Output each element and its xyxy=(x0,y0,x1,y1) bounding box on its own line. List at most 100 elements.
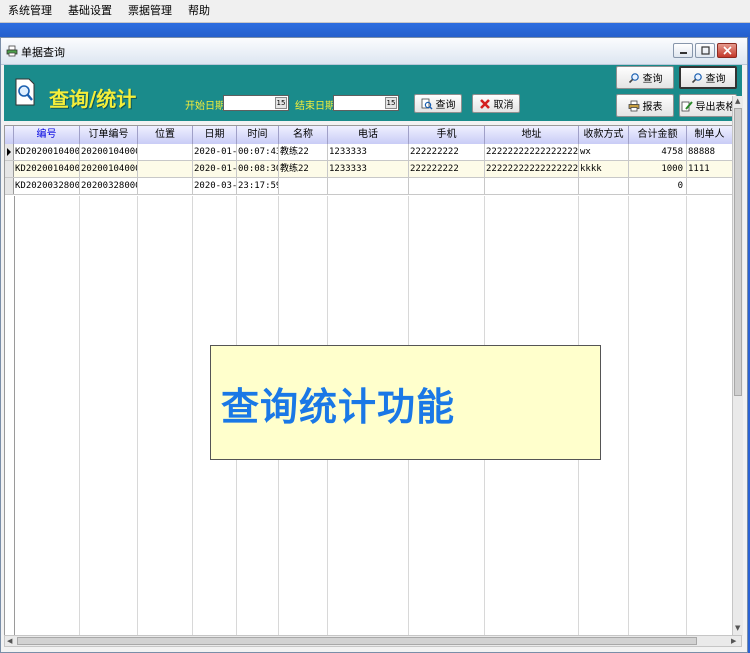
close-button[interactable] xyxy=(717,43,737,58)
col-header-id[interactable]: 编号 xyxy=(14,126,80,144)
grid-divider xyxy=(686,196,687,644)
col-header-creator[interactable]: 制单人 xyxy=(687,126,733,144)
scroll-left-icon[interactable]: ◀ xyxy=(7,637,12,645)
scroll-down-icon[interactable]: ▼ xyxy=(735,624,740,632)
cell-order-no: 202003280001 xyxy=(80,178,138,194)
grid-divider xyxy=(192,196,193,644)
maximize-icon xyxy=(700,46,710,55)
end-date-input[interactable]: 15 xyxy=(333,95,399,111)
cell-date: 2020-03-28 xyxy=(193,178,237,194)
desktop-strip xyxy=(0,23,750,37)
col-header-total-amount[interactable]: 合计金额 xyxy=(629,126,687,144)
export-table-button[interactable]: 导出表格 xyxy=(679,94,737,117)
horizontal-scrollbar[interactable]: ◀ ▶ xyxy=(4,635,742,647)
table-row[interactable]: KD202001040001 202001040001 2020-01-04 0… xyxy=(5,144,741,161)
cell-time: 00:07:43 xyxy=(237,144,279,160)
cell-time: 00:08:30 xyxy=(237,161,279,177)
end-date-label: 结束日期 xyxy=(295,101,335,112)
search-doc-icon xyxy=(421,98,432,109)
query-button-right-1[interactable]: 查询 xyxy=(616,66,674,89)
col-header-date[interactable]: 日期 xyxy=(193,126,237,144)
menu-ticket-management[interactable]: 票据管理 xyxy=(120,0,180,22)
scroll-right-icon[interactable]: ▶ xyxy=(731,637,736,645)
cell-name xyxy=(279,178,328,194)
minimize-button[interactable] xyxy=(673,43,693,58)
cell-total-amount: 1000 xyxy=(629,161,687,177)
vertical-scroll-thumb[interactable] xyxy=(734,108,742,396)
cell-name: 教练22 xyxy=(279,161,328,177)
query-button[interactable]: 查询 xyxy=(414,94,462,113)
report-button[interactable]: 报表 xyxy=(616,94,674,117)
cell-id: KD202003280001 xyxy=(14,178,80,194)
col-header-mobile[interactable]: 手机 xyxy=(409,126,485,144)
col-header-name[interactable]: 名称 xyxy=(279,126,328,144)
cancel-button[interactable]: 取消 xyxy=(472,94,520,113)
cancel-button-label: 取消 xyxy=(493,100,514,111)
grid-divider xyxy=(137,196,138,644)
cell-order-no: 202001040001 xyxy=(80,144,138,160)
col-header-location[interactable]: 位置 xyxy=(138,126,193,144)
close-icon xyxy=(722,46,732,55)
vertical-scrollbar[interactable]: ▲ ▼ xyxy=(732,96,743,636)
horizontal-scroll-thumb[interactable] xyxy=(17,637,697,645)
menu-bar: 系统管理 基础设置 票据管理 帮助 xyxy=(0,0,750,23)
maximize-button[interactable] xyxy=(695,43,715,58)
cell-total-amount: 0 xyxy=(629,178,687,194)
window-titlebar[interactable]: 单据查询 xyxy=(1,38,747,65)
cell-order-no: 202001040001 xyxy=(80,161,138,177)
start-date-input[interactable]: 15 xyxy=(223,95,289,111)
menu-basic-settings[interactable]: 基础设置 xyxy=(60,0,120,22)
export-table-button-label: 导出表格 xyxy=(695,102,736,113)
query-header-panel: 查询/统计 开始日期 15 结束日期 15 查询 取消 查询 查询 报表 导出表… xyxy=(4,65,742,121)
pencil-icon xyxy=(681,100,693,111)
cell-creator xyxy=(687,178,733,194)
cell-location xyxy=(138,178,193,194)
window-title: 单据查询 xyxy=(21,46,65,59)
row-indicator-header xyxy=(5,126,14,144)
cell-mobile xyxy=(409,178,485,194)
grid-divider xyxy=(628,196,629,644)
cell-creator: 88888 xyxy=(687,144,733,160)
grid-header-row: 编号 订单编号 位置 日期 时间 名称 电话 手机 地址 收款方式 合计金额 制… xyxy=(5,126,741,145)
cell-phone xyxy=(328,178,409,194)
grid-divider xyxy=(14,196,15,644)
cell-phone: 1233333 xyxy=(328,161,409,177)
query-button-right-2-label: 查询 xyxy=(705,74,726,85)
printer-icon xyxy=(6,45,18,57)
cell-address: 2222222222222222222 xyxy=(485,161,579,177)
query-button-right-2[interactable]: 查询 xyxy=(679,66,737,89)
cell-mobile: 222222222 xyxy=(409,161,485,177)
col-header-phone[interactable]: 电话 xyxy=(328,126,409,144)
menu-help[interactable]: 帮助 xyxy=(180,0,218,22)
col-header-time[interactable]: 时间 xyxy=(237,126,279,144)
feature-caption-box: 查询统计功能 xyxy=(210,345,601,460)
row-indicator xyxy=(5,178,14,194)
calendar-icon[interactable]: 15 xyxy=(385,97,397,109)
cell-creator: 1111 xyxy=(687,161,733,177)
minimize-icon xyxy=(679,52,687,54)
scroll-up-icon[interactable]: ▲ xyxy=(735,97,740,105)
row-indicator xyxy=(5,144,14,160)
page-title: 查询/统计 xyxy=(49,87,137,111)
col-header-payment-method[interactable]: 收款方式 xyxy=(579,126,629,144)
cell-location xyxy=(138,144,193,160)
current-row-arrow-icon xyxy=(7,148,11,156)
cell-payment-method xyxy=(579,178,629,194)
cell-payment-method: kkkk xyxy=(579,161,629,177)
query-button-label: 查询 xyxy=(435,100,456,111)
table-row[interactable]: KD202003280001 202003280001 2020-03-28 2… xyxy=(5,178,741,195)
cell-address xyxy=(485,178,579,194)
calendar-icon[interactable]: 15 xyxy=(275,97,287,109)
cell-name: 教练22 xyxy=(279,144,328,160)
report-button-label: 报表 xyxy=(642,102,663,113)
start-date-label: 开始日期 xyxy=(185,101,225,112)
cell-time: 23:17:59 xyxy=(237,178,279,194)
table-row[interactable]: KD202001040002 202001040001 2020-01-04 0… xyxy=(5,161,741,178)
col-header-order-no[interactable]: 订单编号 xyxy=(80,126,138,144)
grid-divider xyxy=(79,196,80,644)
col-header-address[interactable]: 地址 xyxy=(485,126,579,144)
menu-system[interactable]: 系统管理 xyxy=(0,0,60,22)
row-indicator xyxy=(5,161,14,177)
cell-total-amount: 4758 xyxy=(629,144,687,160)
cell-location xyxy=(138,161,193,177)
